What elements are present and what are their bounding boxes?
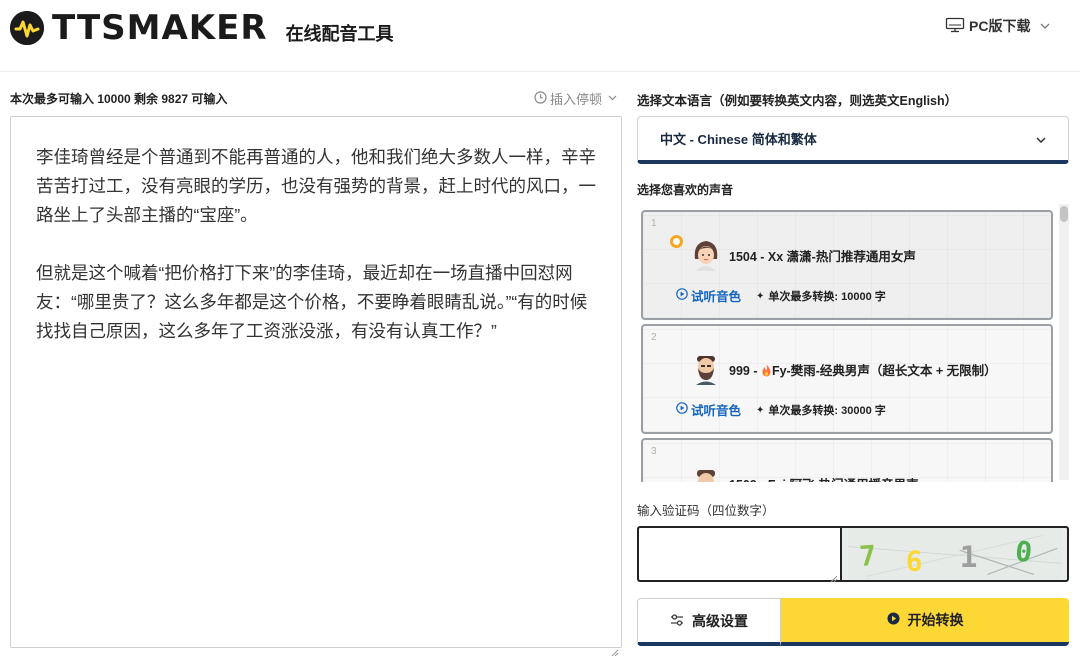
- chevron-down-icon: [1036, 132, 1046, 146]
- top-header: TTSMAKER 在线配音工具 PC版下载: [0, 0, 1080, 72]
- start-convert-label: 开始转换: [907, 612, 964, 628]
- captcha-input[interactable]: [637, 526, 840, 583]
- max-chars-text: 单次最多转换: 30000 字: [768, 405, 886, 417]
- voice-label: 选择您喜欢的声音: [637, 183, 734, 197]
- voice-list-scrollbar[interactable]: [1059, 204, 1069, 480]
- resize-handle-icon[interactable]: [611, 637, 619, 656]
- waveform-logo-icon: [10, 11, 44, 45]
- voice-index: 2: [651, 332, 657, 343]
- max-chars-info: ✦ 单次最多转换: 30000 字: [756, 402, 886, 418]
- language-label: 选择文本语言（例如要转换英文内容，则选英文English）: [637, 94, 958, 108]
- logo-wordmark: TTSMAKER: [52, 8, 268, 48]
- voice-list-scroll-thumb[interactable]: [1060, 206, 1068, 222]
- radio-selected-icon[interactable]: [670, 235, 683, 248]
- insert-pause-label: 插入停顿: [550, 92, 603, 107]
- advanced-settings-button[interactable]: 高级设置: [637, 598, 781, 646]
- captcha-digit: 7: [858, 539, 877, 573]
- language-select[interactable]: 中文 - Chinese 简体和繁体: [637, 116, 1069, 164]
- clock-icon: [534, 90, 547, 107]
- voice-name: 1504 - Xx 潇潇-热门推荐通用女声: [729, 250, 916, 264]
- logo-subtitle: 在线配音工具: [285, 24, 394, 44]
- insert-pause-dropdown[interactable]: 插入停顿: [534, 89, 617, 108]
- voice-index: 1: [651, 218, 657, 229]
- male-bearded-avatar-icon: [691, 351, 721, 385]
- advanced-settings-label: 高级设置: [692, 612, 748, 629]
- captcha-digit: 6: [906, 545, 923, 578]
- play-circle-icon: [887, 612, 900, 628]
- sparkle-icon: ✦: [756, 404, 765, 416]
- start-convert-button[interactable]: 开始转换: [781, 598, 1069, 646]
- captcha-digit: 0: [1014, 535, 1034, 570]
- listen-label: 试听音色: [691, 290, 742, 304]
- text-paragraph: 但就是这个喊着“把价格打下来”的李佳琦，最近却在一场直播中回怼网友：“哪里贵了？…: [36, 263, 588, 341]
- female-avatar-icon: [691, 237, 721, 271]
- monitor-icon: [945, 17, 965, 36]
- voice-name-suffix: Fy-樊雨-经典男声（超长文本 + 无限制）: [771, 364, 997, 378]
- voice-card-1504[interactable]: 1 1504 - Xx 潇潇-热门推荐通用女声 试听音色 ✦ 单次最多转换: 1…: [641, 210, 1053, 320]
- text-input-area[interactable]: 李佳琦曾经是个普通到不能再普通的人，他和我们绝大多数人一样，辛辛苦苦打过工，没有…: [10, 116, 622, 656]
- play-circle-icon: [676, 402, 688, 417]
- captcha-image[interactable]: 7 6 1 0: [840, 526, 1069, 582]
- voice-card-1509[interactable]: 3 1509 - Fei 阿飞-热门通用播音男声: [641, 438, 1053, 482]
- voice-index: 3: [651, 446, 657, 457]
- sparkle-icon: ✦: [756, 290, 765, 302]
- language-selected-value: 中文 - Chinese 简体和繁体: [660, 132, 817, 147]
- listen-button[interactable]: 试听音色: [676, 400, 741, 419]
- text-paragraph: 李佳琦曾经是个普通到不能再普通的人，他和我们绝大多数人一样，辛辛苦苦打过工，没有…: [36, 147, 596, 225]
- voice-name: 1509 - Fei 阿飞-热门通用播音男声: [729, 474, 919, 482]
- male-avatar-icon: [691, 465, 721, 482]
- voice-card-999[interactable]: 2 999 - Fy-樊雨-经典男声（超长文本 + 无限制） 试听音色 ✦ 单次…: [641, 324, 1053, 434]
- voice-name: 999 - Fy-樊雨-经典男声（超长文本 + 无限制）: [729, 360, 997, 379]
- voice-name-prefix: 999 -: [729, 364, 761, 378]
- captcha-digit: 1: [960, 540, 978, 575]
- chevron-down-icon: [608, 93, 617, 104]
- input-limit-hint: 本次最多可输入 10000 剩余 9827 可输入: [10, 92, 228, 106]
- max-chars-info: ✦ 单次最多转换: 10000 字: [756, 288, 886, 304]
- resize-handle-icon[interactable]: [830, 570, 838, 583]
- captcha-label: 输入验证码（四位数字）: [637, 504, 775, 518]
- flame-icon: [761, 364, 772, 377]
- voice-list[interactable]: 1 1504 - Xx 潇潇-热门推荐通用女声 试听音色 ✦ 单次最多转换: 1…: [637, 204, 1073, 482]
- pc-download-button[interactable]: PC版下载: [945, 16, 1050, 36]
- sliders-icon: [670, 613, 684, 629]
- pc-download-label: PC版下载: [969, 18, 1031, 34]
- listen-button[interactable]: 试听音色: [676, 286, 741, 305]
- max-chars-text: 单次最多转换: 10000 字: [768, 291, 886, 303]
- site-logo[interactable]: TTSMAKER 在线配音工具: [10, 8, 394, 48]
- play-circle-icon: [676, 288, 688, 303]
- listen-label: 试听音色: [691, 404, 742, 418]
- chevron-down-icon: [1040, 20, 1050, 32]
